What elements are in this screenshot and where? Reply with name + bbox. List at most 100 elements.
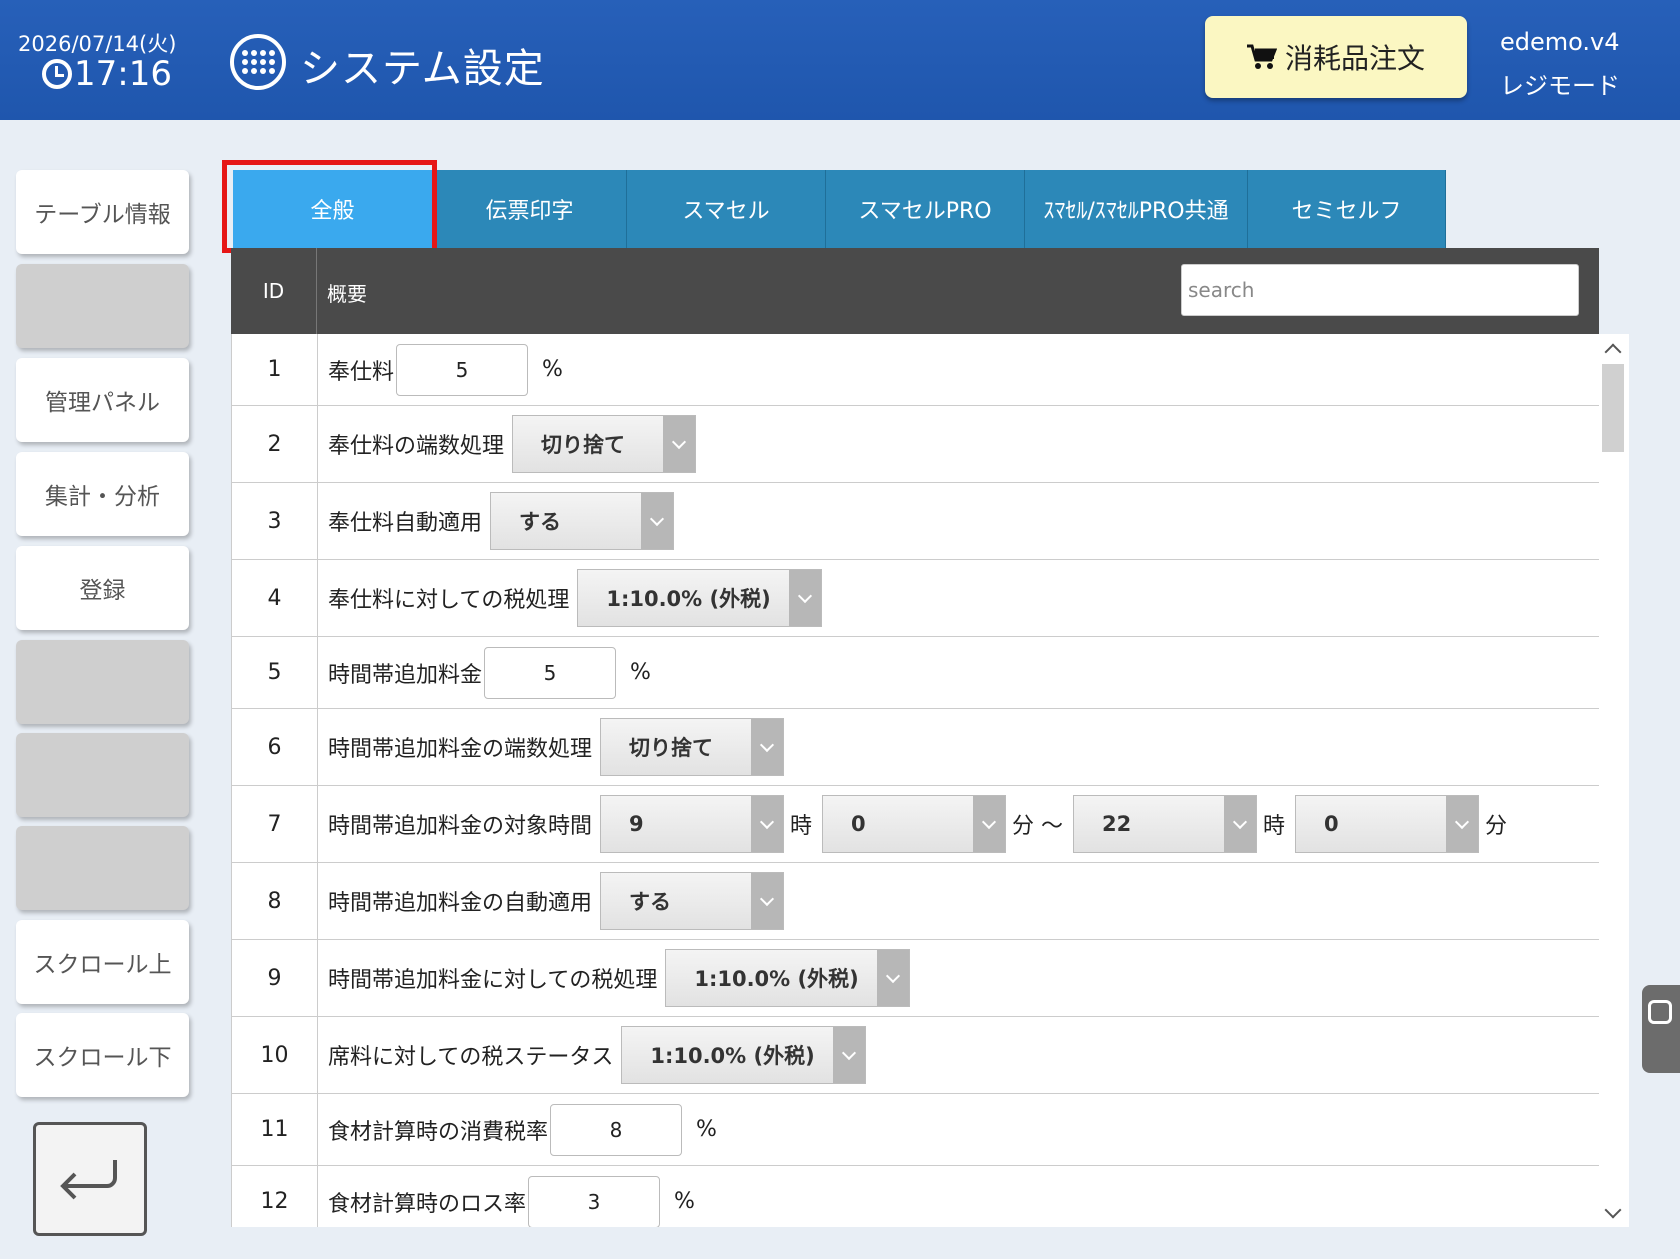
chevron-down-icon bbox=[842, 1045, 857, 1060]
cart-icon bbox=[1246, 44, 1278, 70]
unit-label: % bbox=[696, 1117, 717, 1142]
back-button[interactable] bbox=[33, 1122, 147, 1236]
auto-apply-select[interactable]: する bbox=[490, 492, 675, 550]
tax-select[interactable]: 1:10.0% (外税) bbox=[577, 569, 823, 627]
table-row: 10 席料に対しての税ステータス 1:10.0% (外税) bbox=[232, 1017, 1599, 1094]
side-panel-handle[interactable] bbox=[1642, 985, 1680, 1073]
scroll-down-arrow-icon[interactable] bbox=[1604, 1201, 1622, 1219]
scroll-up-arrow-icon[interactable] bbox=[1604, 343, 1622, 361]
table-row: 4 奉仕料に対しての税処理 1:10.0% (外税) bbox=[232, 560, 1599, 637]
clock-icon bbox=[42, 59, 72, 89]
service-charge-input[interactable]: 5 bbox=[396, 343, 529, 396]
row-label: 食材計算時のロス率 bbox=[328, 1191, 527, 1217]
chevron-down-icon bbox=[886, 968, 901, 983]
row-id: 11 bbox=[232, 1094, 318, 1165]
chevron-down-icon bbox=[759, 891, 775, 906]
row-id: 1 bbox=[232, 334, 318, 405]
time-text: 17:16 bbox=[74, 54, 172, 94]
unit-label: 時 bbox=[1263, 814, 1286, 839]
order-supplies-button[interactable]: 消耗品注文 bbox=[1205, 16, 1467, 98]
register-mode: レジモード bbox=[1500, 72, 1620, 100]
row-id: 12 bbox=[232, 1166, 318, 1227]
row-id: 10 bbox=[232, 1017, 318, 1093]
order-supplies-label: 消耗品注文 bbox=[1284, 42, 1425, 75]
row-label: 奉仕料自動適用 bbox=[328, 511, 483, 536]
chevron-down-icon bbox=[759, 814, 775, 829]
settings-table: 1 奉仕料 5 % 2 奉仕料の端数処理 切り捨て 3 奉仕料自動適用 する 4… bbox=[231, 334, 1599, 1227]
return-arrow-icon bbox=[60, 1160, 117, 1200]
tax-rate-input[interactable]: 8 bbox=[550, 1103, 683, 1156]
row-id: 2 bbox=[232, 406, 318, 482]
sidebar-item-table-info[interactable]: テーブル情報 bbox=[16, 170, 189, 254]
table-row: 5 時間帯追加料金 5 % bbox=[232, 637, 1599, 709]
unit-label: 分 ～ bbox=[1012, 814, 1064, 839]
unit-label: 分 bbox=[1485, 814, 1508, 839]
scroll-up-button[interactable]: スクロール上 bbox=[16, 920, 189, 1004]
row-label: 奉仕料の端数処理 bbox=[328, 434, 505, 459]
chevron-down-icon bbox=[759, 737, 775, 752]
sidebar-item-admin-panel[interactable]: 管理パネル bbox=[16, 358, 189, 442]
table-row: 3 奉仕料自動適用 する bbox=[232, 483, 1599, 560]
sidebar-item-empty-4 bbox=[16, 826, 189, 910]
to-hour-select[interactable]: 22 bbox=[1073, 795, 1258, 853]
chevron-down-icon bbox=[981, 814, 997, 829]
tax-select[interactable]: 1:10.0% (外税) bbox=[621, 1026, 867, 1084]
scroll-thumb[interactable] bbox=[1602, 364, 1624, 452]
table-row: 7 時間帯追加料金の対象時間 9 時 0 分 ～ 22 時 0 分 bbox=[232, 786, 1599, 863]
table-header: ID 概要 bbox=[231, 248, 1599, 334]
rounding-select[interactable]: 切り捨て bbox=[600, 718, 785, 776]
row-label: 時間帯追加料金に対しての税処理 bbox=[328, 968, 658, 993]
column-summary: 概要 bbox=[327, 282, 367, 306]
auto-apply-select[interactable]: する bbox=[600, 872, 785, 930]
sidebar-item-empty-3 bbox=[16, 733, 189, 817]
rounding-select[interactable]: 切り捨て bbox=[512, 415, 697, 473]
row-label: 奉仕料 bbox=[328, 359, 395, 385]
tab-semi-self[interactable]: セミセルフ bbox=[1248, 170, 1446, 248]
tab-slip-print[interactable]: 伝票印字 bbox=[433, 170, 627, 248]
page-title: システム設定 bbox=[300, 46, 545, 92]
table-row: 9 時間帯追加料金に対しての税処理 1:10.0% (外税) bbox=[232, 940, 1599, 1017]
from-hour-select[interactable]: 9 bbox=[600, 795, 785, 853]
chevron-down-icon bbox=[649, 511, 665, 526]
row-label: 奉仕料に対しての税処理 bbox=[328, 588, 570, 613]
row-label: 時間帯追加料金の対象時間 bbox=[328, 814, 593, 839]
row-id: 5 bbox=[232, 637, 318, 708]
current-time: 17:16 bbox=[42, 54, 172, 94]
sidebar-item-analytics[interactable]: 集計・分析 bbox=[16, 452, 189, 536]
row-label: 時間帯追加料金の端数処理 bbox=[328, 737, 593, 762]
row-id: 3 bbox=[232, 483, 318, 559]
chevron-down-icon bbox=[1454, 814, 1470, 829]
table-row: 1 奉仕料 5 % bbox=[232, 334, 1599, 406]
row-id: 6 bbox=[232, 709, 318, 785]
table-row: 8 時間帯追加料金の自動適用 する bbox=[232, 863, 1599, 940]
time-charge-input[interactable]: 5 bbox=[484, 646, 617, 699]
chevron-down-icon bbox=[671, 434, 687, 449]
to-minute-select[interactable]: 0 bbox=[1295, 795, 1480, 853]
scroll-down-button[interactable]: スクロール下 bbox=[16, 1013, 189, 1097]
tab-smacell-common[interactable]: ｽﾏｾﾙ/ｽﾏｾﾙPRO共通 bbox=[1025, 170, 1248, 248]
sidebar-item-empty-1 bbox=[16, 264, 189, 348]
unit-label: % bbox=[542, 357, 563, 382]
row-id: 9 bbox=[232, 940, 318, 1016]
user-name: edemo.v4 bbox=[1500, 28, 1620, 56]
chevron-down-icon bbox=[798, 588, 813, 603]
tab-smacell[interactable]: スマセル bbox=[627, 170, 826, 248]
row-label: 時間帯追加料金の自動適用 bbox=[328, 891, 593, 916]
expand-icon bbox=[1648, 1000, 1672, 1024]
search-input[interactable] bbox=[1181, 264, 1579, 316]
sidebar-item-empty-2 bbox=[16, 640, 189, 724]
sidebar-item-register[interactable]: 登録 bbox=[16, 546, 189, 630]
loss-rate-input[interactable]: 3 bbox=[528, 1175, 661, 1227]
table-scrollbar[interactable] bbox=[1599, 334, 1629, 1227]
table-row: 2 奉仕料の端数処理 切り捨て bbox=[232, 406, 1599, 483]
app-header: 2026/07/14(火) 17:16 システム設定 消耗品注文 edemo.v… bbox=[0, 0, 1680, 120]
tax-select[interactable]: 1:10.0% (外税) bbox=[665, 949, 911, 1007]
tab-smacell-pro[interactable]: スマセルPRO bbox=[826, 170, 1025, 248]
table-row: 6 時間帯追加料金の端数処理 切り捨て bbox=[232, 709, 1599, 786]
unit-label: % bbox=[674, 1189, 695, 1214]
chevron-down-icon bbox=[1232, 814, 1248, 829]
row-id: 8 bbox=[232, 863, 318, 939]
active-tab-highlight bbox=[222, 160, 437, 253]
from-minute-select[interactable]: 0 bbox=[822, 795, 1007, 853]
row-label: 席料に対しての税ステータス bbox=[328, 1045, 614, 1070]
